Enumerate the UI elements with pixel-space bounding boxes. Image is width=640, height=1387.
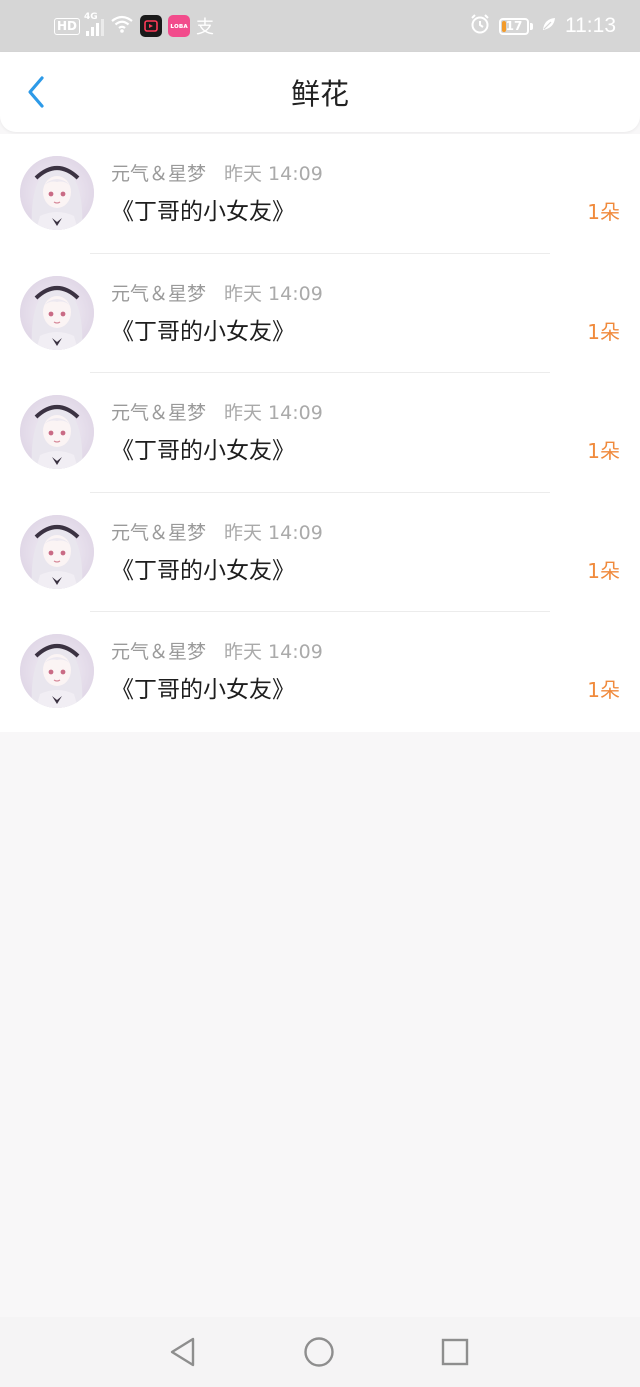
timestamp: 昨天 14:09 (224, 282, 323, 305)
status-left: HD 4G ʟᴏʙᴀ 支 (54, 12, 214, 40)
pink-app-icon: ʟᴏʙᴀ (168, 15, 191, 37)
timestamp: 昨天 14:09 (224, 163, 323, 185)
username: 元气＆星梦 (111, 641, 207, 664)
square-recents-icon (441, 1338, 469, 1366)
list-item[interactable]: 元气＆星梦 昨天 14:09 《丁哥的小女友》 1朵 (0, 373, 640, 493)
status-bar: HD 4G ʟᴏʙᴀ 支 17 11:13 (0, 0, 640, 52)
timestamp: 昨天 14:09 (224, 521, 323, 544)
flower-count: 1朵 (587, 439, 620, 464)
item-meta: 元气＆星梦 昨天 14:09 (111, 400, 323, 426)
wifi-icon (110, 14, 134, 38)
flower-count: 1朵 (587, 558, 620, 583)
book-title: 《丁哥的小女友》 (111, 199, 295, 225)
douyin-app-icon (140, 15, 163, 37)
avatar[interactable] (20, 514, 94, 589)
hd-badge: HD (54, 17, 81, 35)
alarm-icon (469, 13, 491, 39)
timestamp: 昨天 14:09 (224, 402, 323, 425)
status-right: 17 11:13 (469, 12, 616, 40)
timestamp: 昨天 14:09 (224, 641, 323, 664)
list-item[interactable]: 元气＆星梦 昨天 14:09 《丁哥的小女友》 1朵 (0, 134, 640, 254)
username: 元气＆星梦 (111, 521, 207, 544)
item-meta: 元气＆星梦 昨天 14:09 (111, 281, 323, 307)
system-nav-bar (0, 1317, 640, 1387)
battery-level: 17 (505, 18, 523, 33)
item-meta: 元气＆星梦 昨天 14:09 (111, 161, 323, 187)
item-meta: 元气＆星梦 昨天 14:09 (111, 520, 323, 546)
book-title: 《丁哥的小女友》 (111, 557, 295, 584)
nav-home-button[interactable] (302, 1335, 336, 1369)
circle-home-icon (304, 1337, 334, 1367)
avatar[interactable] (20, 275, 94, 350)
avatar[interactable] (20, 634, 94, 709)
header: 鲜花 (0, 52, 640, 132)
username: 元气＆星梦 (111, 163, 207, 185)
leaf-icon (541, 16, 557, 36)
flower-count: 1朵 (587, 319, 620, 344)
flower-count: 1朵 (587, 200, 620, 224)
flower-list: 元气＆星梦 昨天 14:09 《丁哥的小女友》 1朵 元气＆星梦 昨天 14:09 … (0, 134, 640, 732)
book-title: 《丁哥的小女友》 (111, 677, 295, 704)
signal-icon: 4G (84, 12, 105, 36)
avatar[interactable] (20, 395, 94, 470)
nav-recents-button[interactable] (438, 1335, 472, 1369)
book-title: 《丁哥的小女友》 (111, 438, 295, 465)
username: 元气＆星梦 (111, 282, 207, 305)
alipay-icon: 支 (196, 17, 215, 38)
item-meta: 元气＆星梦 昨天 14:09 (111, 639, 323, 665)
page-title: 鲜花 (290, 77, 349, 111)
list-item[interactable]: 元气＆星梦 昨天 14:09 《丁哥的小女友》 1朵 (0, 492, 640, 613)
triangle-back-icon (170, 1337, 195, 1367)
network-type: 4G (84, 12, 98, 22)
flower-count: 1朵 (587, 678, 620, 703)
battery-icon: 17 (499, 17, 533, 35)
book-title: 《丁哥的小女友》 (111, 318, 295, 345)
username: 元气＆星梦 (111, 402, 207, 425)
list-item[interactable]: 元气＆星梦 昨天 14:09 《丁哥的小女友》 1朵 (0, 253, 640, 374)
avatar[interactable] (20, 156, 94, 230)
clock: 11:13 (565, 14, 616, 37)
pink-app-text: ʟᴏʙᴀ (170, 22, 188, 30)
list-item[interactable]: 元气＆星梦 昨天 14:09 《丁哥的小女友》 1朵 (0, 612, 640, 732)
nav-back-button[interactable] (166, 1335, 200, 1369)
